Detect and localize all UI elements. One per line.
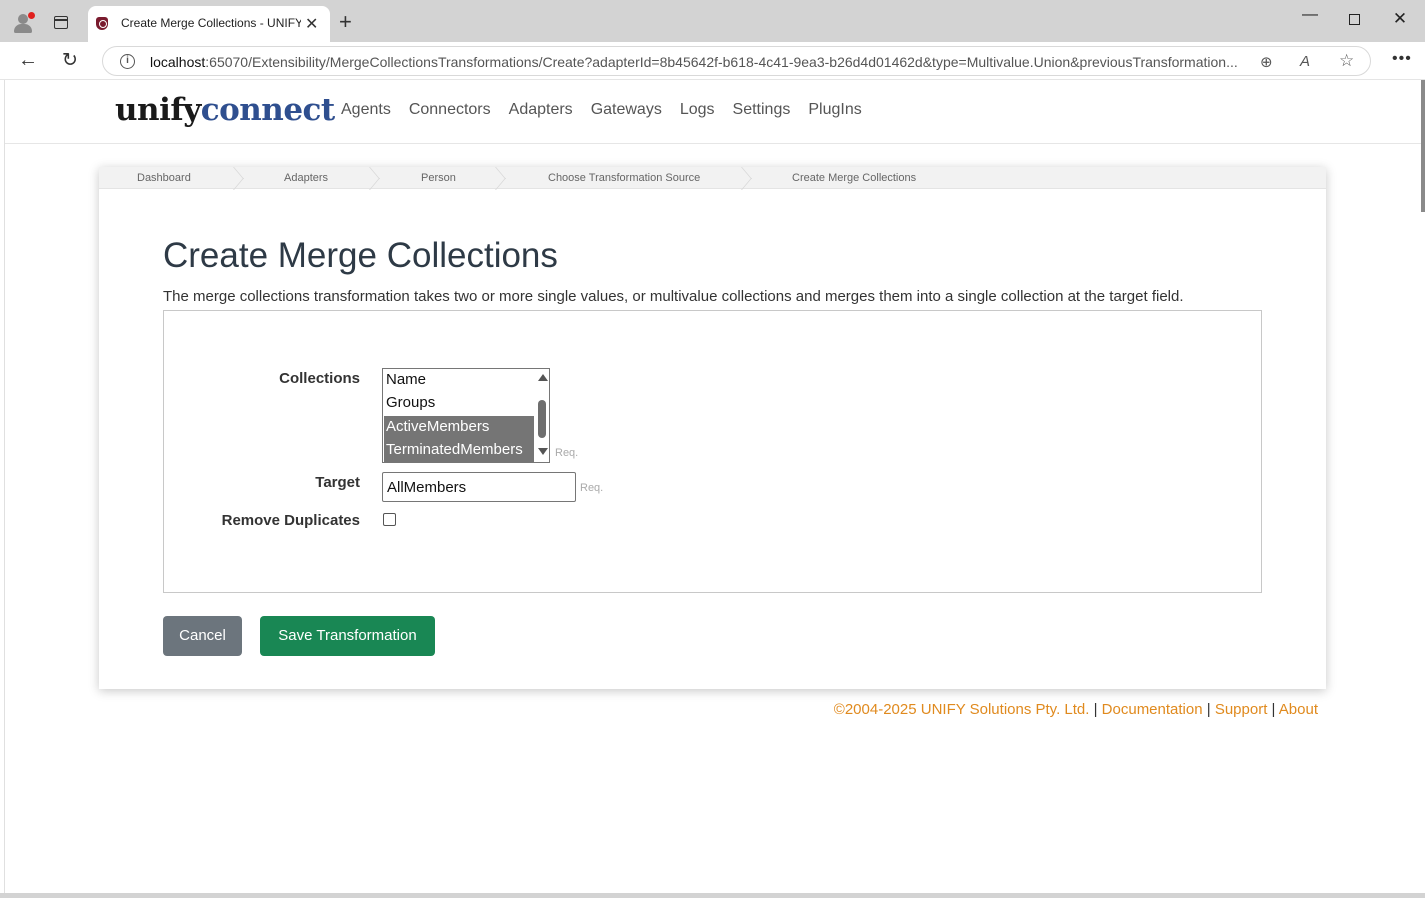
scroll-down-arrow-icon[interactable] <box>538 448 548 455</box>
transformation-form: Collections Name Groups ActiveMembers Te… <box>163 310 1262 593</box>
target-required-hint: Req. <box>580 482 604 494</box>
main-card: Dashboard Adapters Person Choose Transfo… <box>99 167 1326 689</box>
breadcrumb-separator <box>369 167 383 189</box>
breadcrumb-person[interactable]: Person <box>421 172 456 184</box>
footer-separator: | <box>1271 701 1276 718</box>
breadcrumb-separator <box>495 167 509 189</box>
profile-icon[interactable] <box>12 12 35 34</box>
collections-option-selected[interactable]: TerminatedMembers <box>384 439 534 462</box>
tab-close-icon[interactable]: ✕ <box>305 14 318 34</box>
nav-settings[interactable]: Settings <box>733 101 791 119</box>
footer: ©2004-2025 UNIFY Solutions Pty. Ltd. | D… <box>700 701 1318 718</box>
browser-tab[interactable]: Create Merge Collections - UNIFY ✕ <box>88 6 330 42</box>
nav-agents[interactable]: Agents <box>341 101 391 119</box>
page-description: The merge collections transformation tak… <box>163 288 1184 305</box>
breadcrumb-choose-source[interactable]: Choose Transformation Source <box>548 172 700 184</box>
nav-gateways[interactable]: Gateways <box>591 101 662 119</box>
url-field[interactable]: i localhost:65070/Extensibility/MergeCol… <box>102 46 1371 76</box>
copyright-link[interactable]: ©2004-2025 UNIFY Solutions Pty. Ltd. <box>834 701 1090 718</box>
target-label: Target <box>315 474 360 491</box>
breadcrumb-current: Create Merge Collections <box>792 172 917 184</box>
page-border <box>4 80 5 894</box>
scroll-thumb[interactable] <box>538 400 546 438</box>
documentation-link[interactable]: Documentation <box>1102 701 1203 718</box>
page-scrollbar[interactable] <box>1421 80 1425 212</box>
collections-option[interactable]: Name <box>384 369 534 392</box>
footer-separator: | <box>1093 701 1098 718</box>
nav-logs[interactable]: Logs <box>680 101 715 119</box>
back-arrow-icon[interactable]: ← <box>18 49 38 72</box>
breadcrumb-dashboard[interactable]: Dashboard <box>137 172 191 184</box>
remove-duplicates-checkbox[interactable] <box>383 513 396 526</box>
unify-connect-logo[interactable]: unifyconnect <box>115 92 335 128</box>
tab-title: Create Merge Collections - UNIFY <box>121 16 301 30</box>
zoom-icon[interactable]: ⊕ <box>1260 53 1273 71</box>
scroll-up-arrow-icon[interactable] <box>538 374 548 381</box>
favicon-icon <box>96 17 108 30</box>
target-input[interactable] <box>382 472 576 502</box>
favorite-star-icon[interactable]: ☆ <box>1339 51 1354 71</box>
read-aloud-icon[interactable]: A <box>1300 53 1310 70</box>
window-close-icon[interactable]: ✕ <box>1390 9 1410 29</box>
nav-plugins[interactable]: PlugIns <box>808 101 861 119</box>
footer-separator: | <box>1206 701 1211 718</box>
collections-required-hint: Req. <box>555 447 579 459</box>
address-bar-row: ← ↻ i localhost:65070/Extensibility/Merg… <box>0 42 1425 80</box>
breadcrumb-separator <box>233 167 247 189</box>
remove-duplicates-label: Remove Duplicates <box>221 512 360 529</box>
about-link[interactable]: About <box>1279 701 1318 718</box>
nav-adapters[interactable]: Adapters <box>509 101 573 119</box>
cancel-button[interactable]: Cancel <box>163 616 242 656</box>
breadcrumb-adapters[interactable]: Adapters <box>284 172 328 184</box>
minimize-icon[interactable]: — <box>1300 6 1320 24</box>
listbox-scrollbar[interactable] <box>535 369 549 462</box>
info-icon[interactable]: i <box>120 54 135 69</box>
window-bottom-edge <box>0 893 1425 898</box>
breadcrumb-separator <box>741 167 755 189</box>
collections-listbox[interactable]: Name Groups ActiveMembers TerminatedMemb… <box>382 368 550 463</box>
url-text[interactable]: localhost:65070/Extensibility/MergeColle… <box>150 54 1245 70</box>
browser-titlebar: Create Merge Collections - UNIFY ✕ + — ✕ <box>0 0 1425 42</box>
reload-icon[interactable]: ↻ <box>62 49 78 72</box>
collections-option[interactable]: Groups <box>384 392 534 415</box>
site-header: unifyconnect Agents Connectors Adapters … <box>5 80 1421 144</box>
new-tab-icon[interactable]: + <box>339 9 352 35</box>
collections-label: Collections <box>279 370 360 387</box>
page-title: Create Merge Collections <box>163 236 558 275</box>
top-navigation: Agents Connectors Adapters Gateways Logs… <box>341 101 862 119</box>
tab-actions-icon[interactable] <box>54 16 68 29</box>
breadcrumb: Dashboard Adapters Person Choose Transfo… <box>99 167 1326 189</box>
nav-connectors[interactable]: Connectors <box>409 101 491 119</box>
more-menu-icon[interactable]: ••• <box>1392 50 1412 68</box>
collections-option-selected[interactable]: ActiveMembers <box>384 416 534 439</box>
support-link[interactable]: Support <box>1215 701 1268 718</box>
maximize-icon[interactable] <box>1344 10 1364 29</box>
save-transformation-button[interactable]: Save Transformation <box>260 616 435 656</box>
